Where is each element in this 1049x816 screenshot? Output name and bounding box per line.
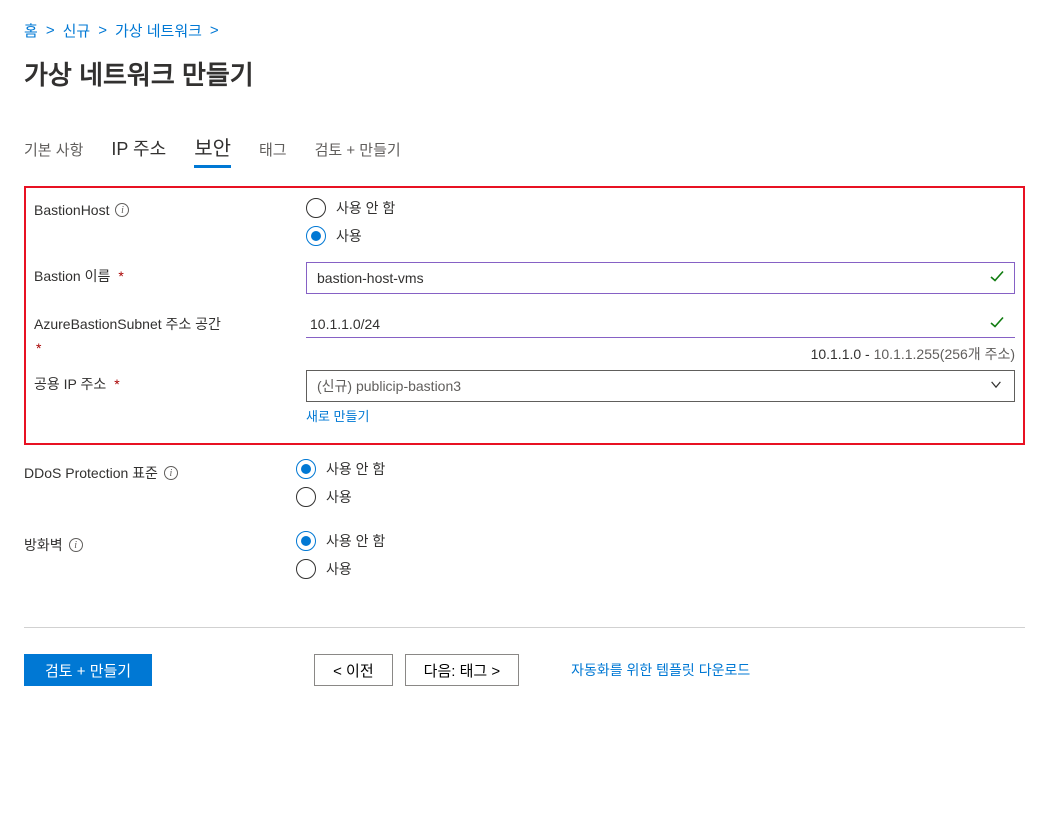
bastion-subnet-input[interactable] [306,310,1015,338]
tab-review-create[interactable]: 검토 + 만들기 [315,139,401,166]
page-title: 가상 네트워크 만들기 [24,55,1025,92]
radio-label: 사용 안 함 [336,198,395,218]
radio-label: 사용 [336,226,362,246]
public-ip-label: 공용 IP 주소 * [34,370,306,394]
check-icon [989,315,1005,334]
ddos-label: DDoS Protection 표준 i [24,459,296,483]
bastion-name-label: Bastion 이름 * [34,262,306,286]
review-create-button[interactable]: 검토 + 만들기 [24,654,152,686]
tab-ip-addresses[interactable]: IP 주소 [111,135,166,167]
tab-tags[interactable]: 태그 [259,139,287,166]
bastion-host-enable-radio[interactable]: 사용 [306,226,1015,246]
previous-button[interactable]: < 이전 [314,654,393,686]
radio-label: 사용 [326,487,352,507]
breadcrumb: 홈 > 신규 > 가상 네트워크 > [24,20,1025,41]
radio-label: 사용 안 함 [326,459,385,479]
ddos-enable-radio[interactable]: 사용 [296,487,1025,507]
firewall-enable-radio[interactable]: 사용 [296,559,1025,579]
breadcrumb-vnet[interactable]: 가상 네트워크 [115,20,202,41]
breadcrumb-sep: > [210,22,219,39]
create-new-public-ip-link[interactable]: 새로 만들기 [306,406,369,425]
tab-basics[interactable]: 기본 사항 [24,139,83,166]
bastion-subnet-label: AzureBastionSubnet 주소 공간 * [34,310,306,356]
info-icon[interactable]: i [69,538,83,552]
breadcrumb-sep: > [46,22,55,39]
breadcrumb-new[interactable]: 신규 [63,20,91,41]
next-button[interactable]: 다음: 태그 > [405,654,519,686]
firewall-disable-radio[interactable]: 사용 안 함 [296,531,1025,551]
public-ip-selected-value: (신규) publicip-bastion3 [317,376,461,396]
public-ip-select[interactable]: (신규) publicip-bastion3 [306,370,1015,402]
info-icon[interactable]: i [115,203,129,217]
chevron-down-icon [989,378,1003,395]
tab-strip: 기본 사항 IP 주소 보안 태그 검토 + 만들기 [24,132,1025,168]
bastion-host-label: BastionHost i [34,198,306,218]
radio-label: 사용 [326,559,352,579]
check-icon [989,269,1005,288]
breadcrumb-home[interactable]: 홈 [24,20,38,41]
footer-actions: 검토 + 만들기 < 이전 다음: 태그 > 자동화를 위한 템플릿 다운로드 [24,654,1025,686]
breadcrumb-sep: > [98,22,107,39]
radio-label: 사용 안 함 [326,531,385,551]
subnet-range-text: 10.1.1.0 - 10.1.1.255(256개 주소) [306,344,1015,364]
ddos-disable-radio[interactable]: 사용 안 함 [296,459,1025,479]
footer-divider [24,627,1025,628]
bastion-section-highlight: BastionHost i 사용 안 함 사용 Bastion 이름 * [24,186,1025,445]
tab-security[interactable]: 보안 [194,132,231,168]
firewall-label: 방화벽 i [24,531,296,555]
bastion-host-disable-radio[interactable]: 사용 안 함 [306,198,1015,218]
download-template-link[interactable]: 자동화를 위한 템플릿 다운로드 [571,660,750,680]
info-icon[interactable]: i [164,466,178,480]
bastion-name-input[interactable] [306,262,1015,294]
